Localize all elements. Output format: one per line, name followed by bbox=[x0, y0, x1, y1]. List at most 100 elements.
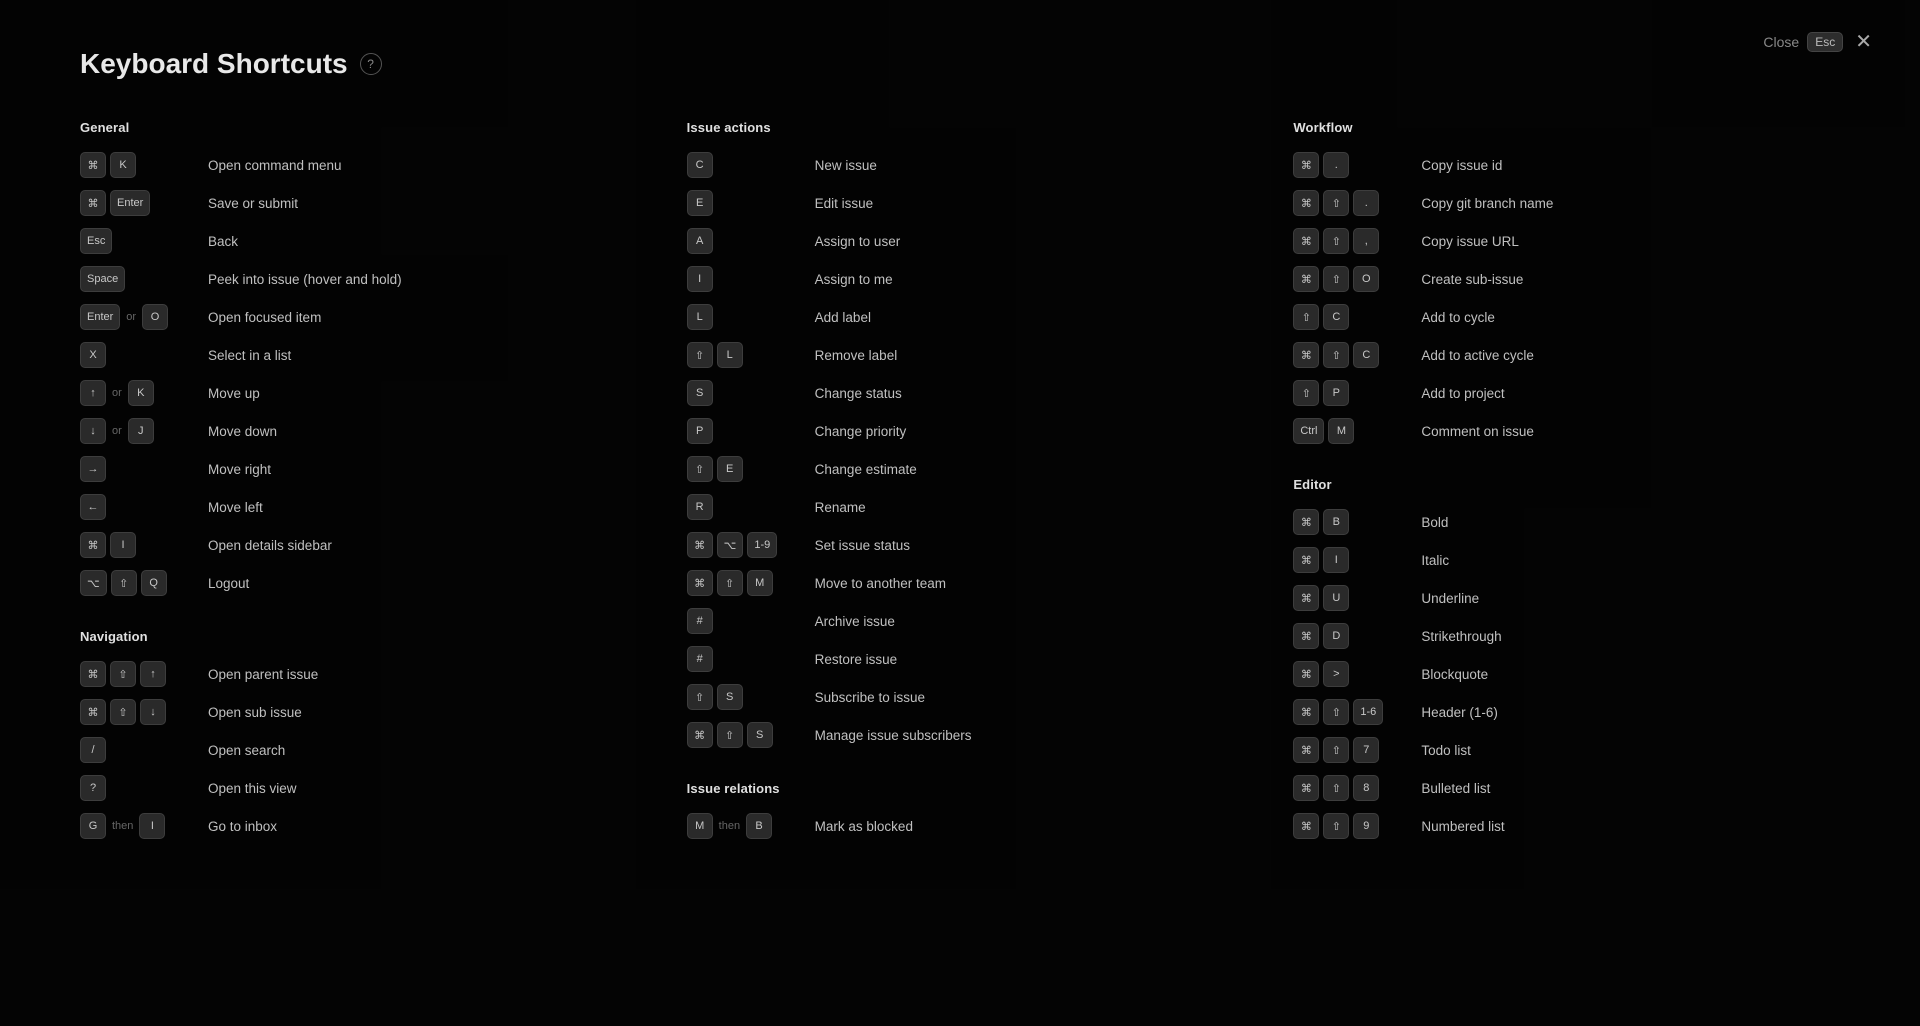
key-badge: ⇧ bbox=[1323, 266, 1349, 292]
key-badge: K bbox=[128, 380, 154, 406]
shortcut-description: Open details sidebar bbox=[208, 538, 332, 553]
section-title-issue-actions: Issue actions bbox=[687, 120, 1234, 135]
shortcut-description: Comment on issue bbox=[1421, 424, 1534, 439]
key-badge: ⌘ bbox=[1293, 813, 1319, 839]
keys-area: GthenI bbox=[80, 813, 200, 839]
key-badge: ⌘ bbox=[1293, 190, 1319, 216]
or-separator: or bbox=[126, 311, 136, 323]
keys-area: ⌘⇧O bbox=[1293, 266, 1413, 292]
shortcut-description: Header (1-6) bbox=[1421, 705, 1498, 720]
shortcut-description: Copy issue id bbox=[1421, 158, 1502, 173]
shortcut-row: ⌘⇧SManage issue subscribers bbox=[687, 721, 1234, 749]
keys-area: ⌘⇧↑ bbox=[80, 661, 200, 687]
key-badge: ⇧ bbox=[687, 342, 713, 368]
key-badge: ⇧ bbox=[1323, 342, 1349, 368]
then-separator: then bbox=[719, 820, 740, 832]
keys-area: ⌘. bbox=[1293, 152, 1413, 178]
shortcut-row: S Change status bbox=[687, 379, 1234, 407]
shortcut-row: ⇧LRemove label bbox=[687, 341, 1234, 369]
shortcut-description: Todo list bbox=[1421, 743, 1471, 758]
key-badge: ⇧ bbox=[1323, 737, 1349, 763]
keys-area: ⌘⇧9 bbox=[1293, 813, 1413, 839]
keys-area: ← bbox=[80, 494, 200, 520]
key-badge: ⇧ bbox=[1323, 190, 1349, 216]
key-badge: ⇧ bbox=[687, 684, 713, 710]
key-badge: 7 bbox=[1353, 737, 1379, 763]
key-badge: ↑ bbox=[80, 380, 106, 406]
shortcut-description: Open sub issue bbox=[208, 705, 302, 720]
shortcut-description: Restore issue bbox=[815, 652, 898, 667]
keys-area: ⌘B bbox=[1293, 509, 1413, 535]
keys-area: ⌘⇧, bbox=[1293, 228, 1413, 254]
key-badge: ⌘ bbox=[1293, 342, 1319, 368]
key-badge: S bbox=[747, 722, 773, 748]
key-badge: S bbox=[717, 684, 743, 710]
keys-area: ⌘K bbox=[80, 152, 200, 178]
shortcut-row: EEdit issue bbox=[687, 189, 1234, 217]
key-badge: M bbox=[747, 570, 773, 596]
keys-area: ⇧S bbox=[687, 684, 807, 710]
shortcut-description: Open command menu bbox=[208, 158, 342, 173]
keys-area: ⌘⇧8 bbox=[1293, 775, 1413, 801]
keys-area: ↑ or K bbox=[80, 380, 200, 406]
keys-area: ⌘I bbox=[80, 532, 200, 558]
key-badge: Space bbox=[80, 266, 125, 292]
keys-area: ⌘Enter bbox=[80, 190, 200, 216]
key-badge: C bbox=[1353, 342, 1379, 368]
key-badge: ⌘ bbox=[687, 570, 713, 596]
key-badge: E bbox=[717, 456, 743, 482]
shortcut-description: Underline bbox=[1421, 591, 1479, 606]
section-title-workflow: Workflow bbox=[1293, 120, 1840, 135]
key-badge: I bbox=[139, 813, 165, 839]
shortcut-row: /Open search bbox=[80, 736, 627, 764]
key-badge: P bbox=[687, 418, 713, 444]
section-title-navigation: Navigation bbox=[80, 629, 627, 644]
shortcut-description: Open search bbox=[208, 743, 285, 758]
key-badge: ⌘ bbox=[1293, 623, 1319, 649]
shortcut-description: Create sub-issue bbox=[1421, 272, 1523, 287]
key-badge: B bbox=[746, 813, 772, 839]
shortcut-row: ⌘K Open command menu bbox=[80, 151, 627, 179]
key-badge: ⌘ bbox=[1293, 585, 1319, 611]
shortcut-row: ⌘IItalic bbox=[1293, 546, 1840, 574]
shortcut-description: Set issue status bbox=[815, 538, 910, 553]
shortcut-description: Change priority bbox=[815, 424, 907, 439]
key-badge: ⇧ bbox=[110, 661, 136, 687]
key-badge: J bbox=[128, 418, 154, 444]
key-badge: Enter bbox=[110, 190, 150, 216]
close-icon[interactable]: ✕ bbox=[1855, 32, 1872, 52]
shortcut-description: Blockquote bbox=[1421, 667, 1488, 682]
shortcut-row: ⌘⇧1-6Header (1-6) bbox=[1293, 698, 1840, 726]
shortcut-row: ⌥⇧QLogout bbox=[80, 569, 627, 597]
keys-area: ⌘⇧. bbox=[1293, 190, 1413, 216]
column-3: Workflow ⌘.Copy issue id⌘⇧.Copy git bran… bbox=[1293, 120, 1840, 850]
keys-area: → bbox=[80, 456, 200, 482]
key-badge: . bbox=[1353, 190, 1379, 216]
shortcut-description: Edit issue bbox=[815, 196, 874, 211]
help-badge[interactable]: ? bbox=[360, 53, 382, 75]
key-badge: ⌘ bbox=[1293, 266, 1319, 292]
close-area[interactable]: Close Esc ✕ bbox=[1763, 32, 1872, 52]
keys-area: S bbox=[687, 380, 807, 406]
column-2: Issue actions CNew issueEEdit issueAAssi… bbox=[687, 120, 1234, 850]
shortcut-row: ⌘⇧9Numbered list bbox=[1293, 812, 1840, 840]
keys-area: EnterorO bbox=[80, 304, 200, 330]
shortcut-row: ↓orJMove down bbox=[80, 417, 627, 445]
shortcut-row: IAssign to me bbox=[687, 265, 1234, 293]
shortcut-description: Change status bbox=[815, 386, 902, 401]
section-title-general: General bbox=[80, 120, 627, 135]
keys-area: ⇧C bbox=[1293, 304, 1413, 330]
key-badge: P bbox=[1323, 380, 1349, 406]
shortcut-description: Copy git branch name bbox=[1421, 196, 1553, 211]
keys-area: ⌘⌥1-9 bbox=[687, 532, 807, 558]
shortcut-description: Assign to user bbox=[815, 234, 901, 249]
shortcut-row: ⌘>Blockquote bbox=[1293, 660, 1840, 688]
key-badge: ⌘ bbox=[1293, 547, 1319, 573]
keys-area: R bbox=[687, 494, 807, 520]
shortcut-description: Assign to me bbox=[815, 272, 893, 287]
shortcut-row: ⌘UUnderline bbox=[1293, 584, 1840, 612]
key-badge: B bbox=[1323, 509, 1349, 535]
section-title-issue-relations: Issue relations bbox=[687, 781, 1234, 796]
or-separator: or bbox=[112, 387, 122, 399]
keys-area: ⇧L bbox=[687, 342, 807, 368]
